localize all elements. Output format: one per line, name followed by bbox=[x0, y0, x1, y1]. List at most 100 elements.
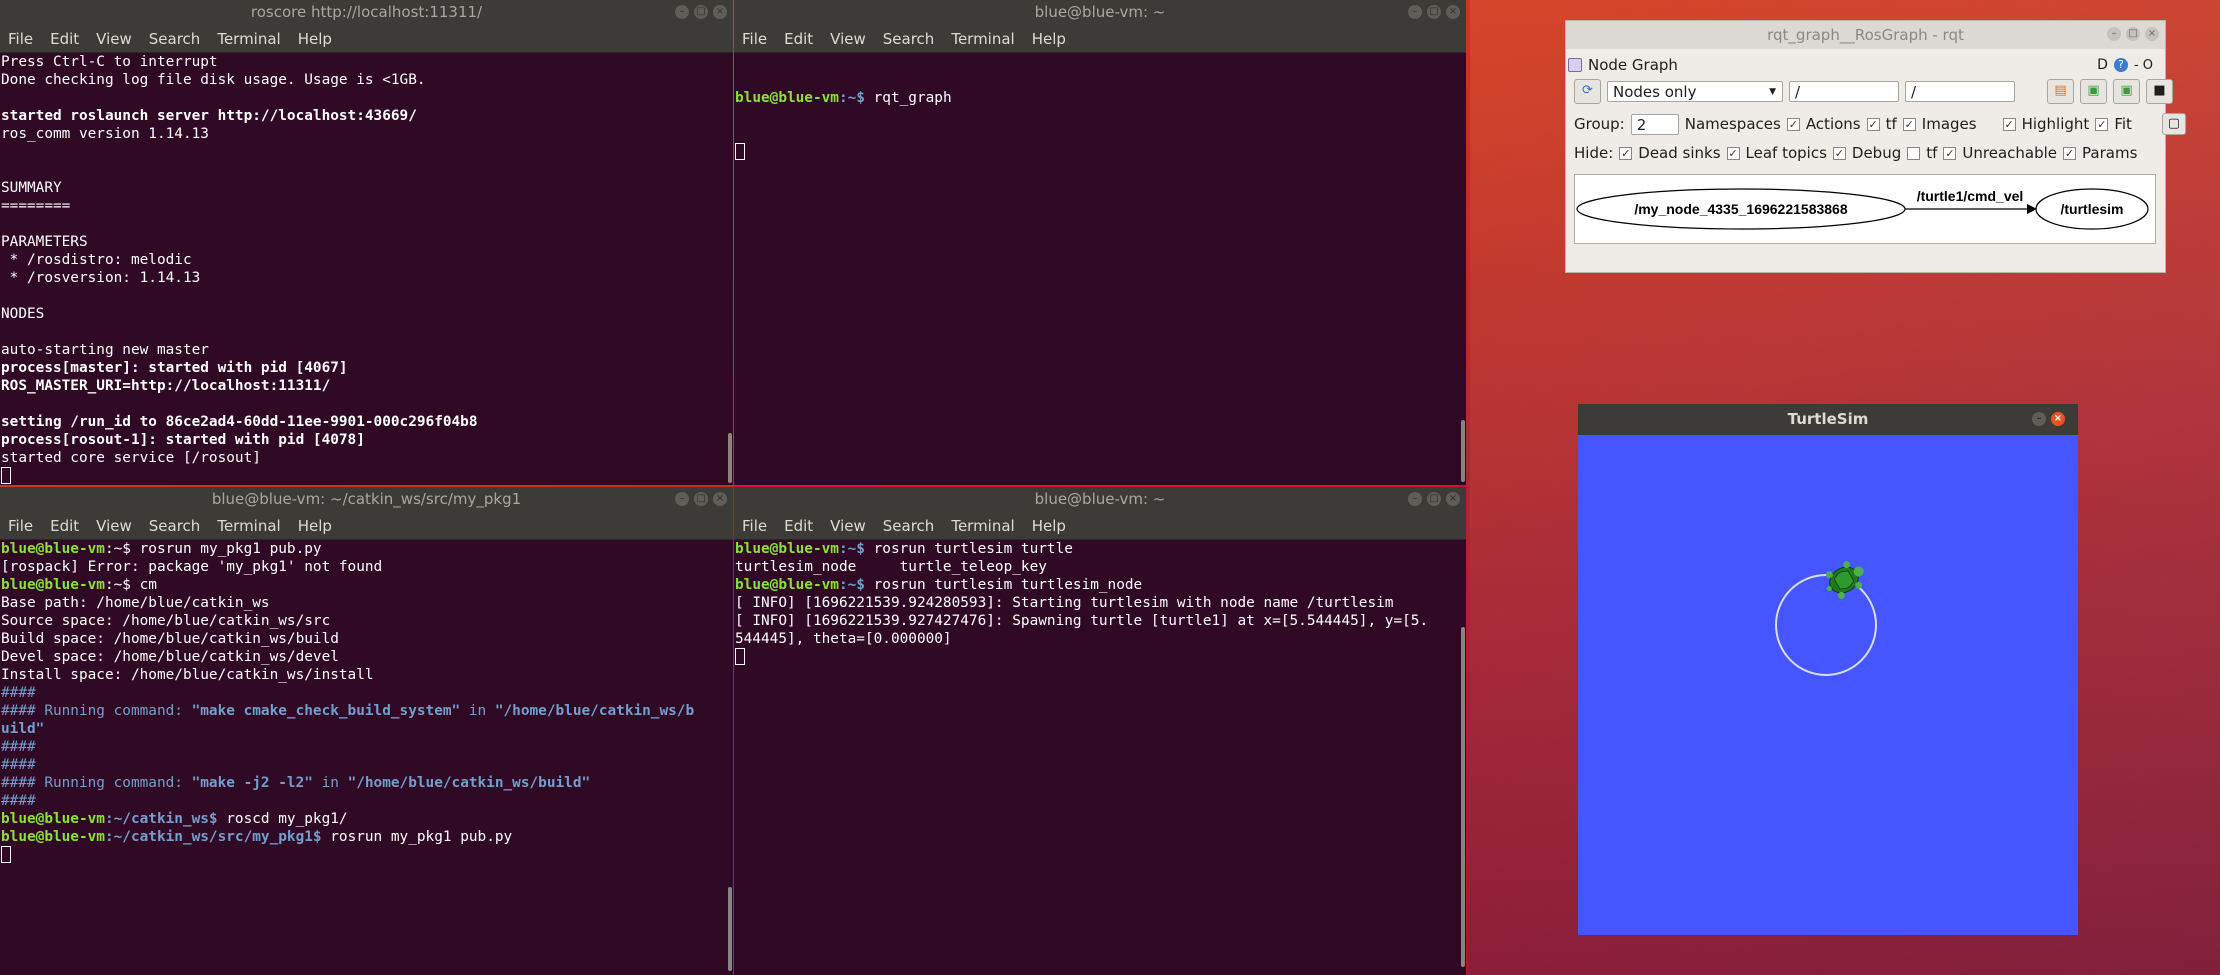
save-image-icon[interactable]: ■ bbox=[2146, 79, 2173, 104]
close-button[interactable]: × bbox=[1446, 492, 1460, 506]
menu-terminal[interactable]: Terminal bbox=[951, 517, 1014, 535]
menu-file[interactable]: File bbox=[742, 517, 767, 535]
maximize-button[interactable]: □ bbox=[694, 5, 708, 19]
fit-checkbox[interactable]: ✓ bbox=[2095, 117, 2109, 131]
terminal-output[interactable]: blue@blue-vm:~$ rosrun my_pkg1 pub.py [ro… bbox=[0, 540, 733, 864]
terminal-rqt[interactable]: blue@blue-vm: ~ – □ × File Edit View Search Te… bbox=[734, 0, 1466, 485]
fit-view-icon[interactable]: ▢ bbox=[2161, 113, 2186, 135]
actions-label: Actions bbox=[1805, 115, 1861, 133]
scrollbar[interactable] bbox=[1461, 420, 1465, 482]
highlight-checkbox[interactable]: ✓ bbox=[2002, 117, 2016, 131]
turtlesim-titlebar[interactable]: TurtleSim – × bbox=[1578, 404, 2078, 435]
rqt-window[interactable]: rqt_graph__RosGraph - rqt – □ × Node Graph… bbox=[1565, 20, 2186, 273]
prompt-path: :~$ bbox=[838, 90, 865, 106]
tf-checkbox[interactable]: ✓ bbox=[1866, 117, 1880, 131]
plugin-window-controls[interactable]: - O bbox=[2134, 58, 2153, 73]
terminal-roscore[interactable]: roscore http://localhost:11311/ – □ × File… bbox=[0, 0, 733, 485]
terminal-titlebar[interactable]: blue@blue-vm: ~/catkin_ws/src/my_pkg1 – □… bbox=[0, 487, 733, 512]
menu-view[interactable]: View bbox=[96, 30, 132, 48]
output-segment: #### bbox=[1, 793, 36, 809]
images-checkbox[interactable]: ✓ bbox=[1902, 117, 1916, 131]
dock-button[interactable]: D bbox=[2097, 57, 2108, 73]
terminal-titlebar[interactable]: blue@blue-vm: ~ – □ × bbox=[734, 0, 1466, 25]
scrollbar[interactable] bbox=[1461, 627, 1465, 967]
turtlesim-window[interactable]: TurtleSim – × bbox=[1578, 404, 2078, 935]
group-spinbox[interactable]: 2 bbox=[1630, 113, 1679, 135]
output-line: started roslaunch server http://localhos… bbox=[1, 108, 417, 124]
graph-node-publisher-label: /my_node_4335_1696221583868 bbox=[1634, 201, 1848, 217]
menu-view[interactable]: View bbox=[830, 30, 866, 48]
terminal-output[interactable]: blue@blue-vm:~$ rqt_graph bbox=[734, 53, 1466, 197]
node-filter-input[interactable]: / bbox=[1789, 81, 1899, 102]
menu-edit[interactable]: Edit bbox=[784, 517, 813, 535]
menu-terminal[interactable]: Terminal bbox=[217, 517, 280, 535]
menu-help[interactable]: Help bbox=[1032, 517, 1066, 535]
menu-help[interactable]: Help bbox=[1032, 30, 1066, 48]
terminal-titlebar[interactable]: roscore http://localhost:11311/ – □ × bbox=[0, 0, 733, 25]
prompt-command: rqt_graph bbox=[864, 90, 952, 106]
scrollbar[interactable] bbox=[728, 433, 732, 483]
maximize-button[interactable]: □ bbox=[1427, 5, 1441, 19]
menu-file[interactable]: File bbox=[8, 517, 33, 535]
output-line: setting /run_id to 86ce2ad4-60dd-11ee-99… bbox=[1, 414, 478, 430]
terminal-catkin[interactable]: blue@blue-vm: ~/catkin_ws/src/my_pkg1 – □… bbox=[0, 487, 733, 975]
menu-file[interactable]: File bbox=[8, 30, 33, 48]
minimize-button[interactable]: – bbox=[1408, 5, 1422, 19]
menu-edit[interactable]: Edit bbox=[784, 30, 813, 48]
dead-sinks-checkbox[interactable]: ✓ bbox=[1619, 146, 1633, 160]
output-segment: #### bbox=[1, 757, 36, 773]
close-button[interactable]: × bbox=[713, 492, 727, 506]
minimize-button[interactable]: – bbox=[1408, 492, 1422, 506]
menu-help[interactable]: Help bbox=[298, 30, 332, 48]
output-segment: [ INFO] [1696221539.924280593]: Starting… bbox=[735, 595, 1394, 611]
terminal-output[interactable]: Press Ctrl-C to interrupt Done checking l… bbox=[0, 53, 733, 485]
menu-view[interactable]: View bbox=[830, 517, 866, 535]
close-button[interactable]: × bbox=[713, 5, 727, 19]
output-segment: rosrun turtlesim turtle bbox=[864, 541, 1073, 557]
menu-edit[interactable]: Edit bbox=[50, 30, 79, 48]
menu-file[interactable]: File bbox=[742, 30, 767, 48]
leaf-topics-checkbox[interactable]: ✓ bbox=[1726, 146, 1740, 160]
actions-checkbox[interactable]: ✓ bbox=[1786, 117, 1800, 131]
turtlesim-canvas bbox=[1578, 435, 2078, 935]
menu-edit[interactable]: Edit bbox=[50, 517, 79, 535]
menu-help[interactable]: Help bbox=[298, 517, 332, 535]
minimize-button[interactable]: – bbox=[2032, 412, 2046, 426]
menu-search[interactable]: Search bbox=[883, 517, 935, 535]
close-button[interactable]: × bbox=[2145, 27, 2159, 41]
minimize-button[interactable]: – bbox=[675, 492, 689, 506]
menu-search[interactable]: Search bbox=[149, 517, 201, 535]
minimize-button[interactable]: – bbox=[675, 5, 689, 19]
maximize-button[interactable]: □ bbox=[694, 492, 708, 506]
menu-view[interactable]: View bbox=[96, 517, 132, 535]
params-checkbox[interactable]: ✓ bbox=[2063, 146, 2077, 160]
debug-checkbox[interactable]: ✓ bbox=[1832, 146, 1846, 160]
output-segment: :~$ bbox=[838, 541, 865, 557]
help-icon[interactable]: ? bbox=[2113, 58, 2128, 72]
hide-tf-checkbox[interactable] bbox=[1907, 146, 1921, 160]
terminal-turtlesim[interactable]: blue@blue-vm: ~ – □ × File Edit View Search Te… bbox=[733, 486, 1467, 975]
menu-search[interactable]: Search bbox=[883, 30, 935, 48]
output-line: [rospack] Error: package 'my_pkg1' not f… bbox=[1, 558, 732, 576]
terminal-output[interactable]: blue@blue-vm:~$ rosrun turtlesim turtle t… bbox=[734, 540, 1466, 666]
unreachable-checkbox[interactable]: ✓ bbox=[1943, 146, 1957, 160]
minimize-button[interactable]: – bbox=[2107, 27, 2121, 41]
refresh-button[interactable]: ⟳ bbox=[1574, 79, 1601, 104]
rqt-titlebar[interactable]: rqt_graph__RosGraph - rqt – □ × bbox=[1566, 21, 2165, 49]
topic-filter-input[interactable]: / bbox=[1905, 81, 2015, 102]
save-svg-icon[interactable]: ▣ bbox=[2113, 79, 2140, 104]
output-line: auto-starting new master bbox=[1, 342, 209, 358]
close-button[interactable]: × bbox=[2051, 412, 2065, 426]
graph-canvas[interactable]: /my_node_4335_1696221583868 /turtlesim /… bbox=[1574, 174, 2156, 244]
maximize-button[interactable]: □ bbox=[1427, 492, 1441, 506]
save-dot-icon[interactable]: ▣ bbox=[2080, 79, 2107, 104]
graph-mode-select[interactable]: Nodes only ▼ bbox=[1607, 81, 1783, 102]
close-button[interactable]: × bbox=[1446, 5, 1460, 19]
terminal-titlebar[interactable]: blue@blue-vm: ~ – □ × bbox=[734, 487, 1466, 512]
open-file-icon[interactable]: ▤ bbox=[2047, 79, 2074, 104]
scrollbar[interactable] bbox=[728, 887, 732, 971]
menu-search[interactable]: Search bbox=[149, 30, 201, 48]
menu-terminal[interactable]: Terminal bbox=[951, 30, 1014, 48]
menu-terminal[interactable]: Terminal bbox=[217, 30, 280, 48]
maximize-button[interactable]: □ bbox=[2126, 27, 2140, 41]
